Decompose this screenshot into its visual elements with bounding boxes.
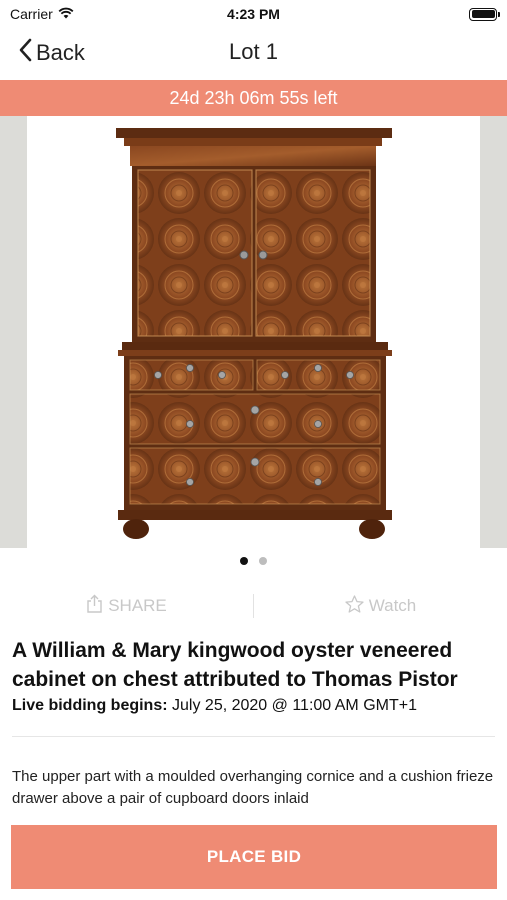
next-image-peek bbox=[480, 116, 507, 548]
share-icon bbox=[86, 594, 103, 618]
watch-label: Watch bbox=[368, 596, 417, 615]
bidding-info: Live bidding begins: July 25, 2020 @ 11:… bbox=[12, 697, 417, 715]
lot-title: A William & Mary kingwood oyster veneere… bbox=[12, 639, 458, 691]
countdown-banner: 24d 23h 06m 55s left bbox=[0, 80, 507, 116]
status-time: 4:23 PM bbox=[227, 6, 280, 22]
place-bid-label: PLACE BID bbox=[206, 847, 302, 866]
divider bbox=[12, 736, 495, 737]
previous-image-peek bbox=[0, 116, 27, 548]
page-title: Lot 1 bbox=[229, 39, 278, 64]
bidding-label: Live bidding begins: bbox=[12, 697, 168, 714]
share-button[interactable]: SHARE bbox=[0, 594, 253, 618]
place-bid-button[interactable]: PLACE BID bbox=[11, 825, 497, 889]
pager-dot-2[interactable] bbox=[259, 557, 267, 565]
action-bar: SHARE Watch bbox=[0, 590, 507, 622]
watch-button[interactable]: Watch bbox=[254, 594, 507, 618]
image-pager[interactable] bbox=[0, 557, 507, 565]
bidding-value: July 25, 2020 @ 11:00 AM GMT+1 bbox=[172, 697, 417, 714]
lot-description: The upper part with a moulded overhangin… bbox=[12, 768, 494, 807]
share-label: SHARE bbox=[108, 596, 167, 615]
image-gallery[interactable] bbox=[0, 116, 507, 548]
lot-image bbox=[116, 128, 392, 539]
star-icon bbox=[345, 594, 364, 618]
countdown-text: 24d 23h 06m 55s left bbox=[169, 87, 338, 108]
status-bar: Carrier 4:23 PM bbox=[0, 0, 507, 28]
nav-bar: Back Lot 1 bbox=[0, 28, 507, 78]
pager-dot-1[interactable] bbox=[240, 557, 248, 565]
battery-icon bbox=[469, 7, 500, 21]
